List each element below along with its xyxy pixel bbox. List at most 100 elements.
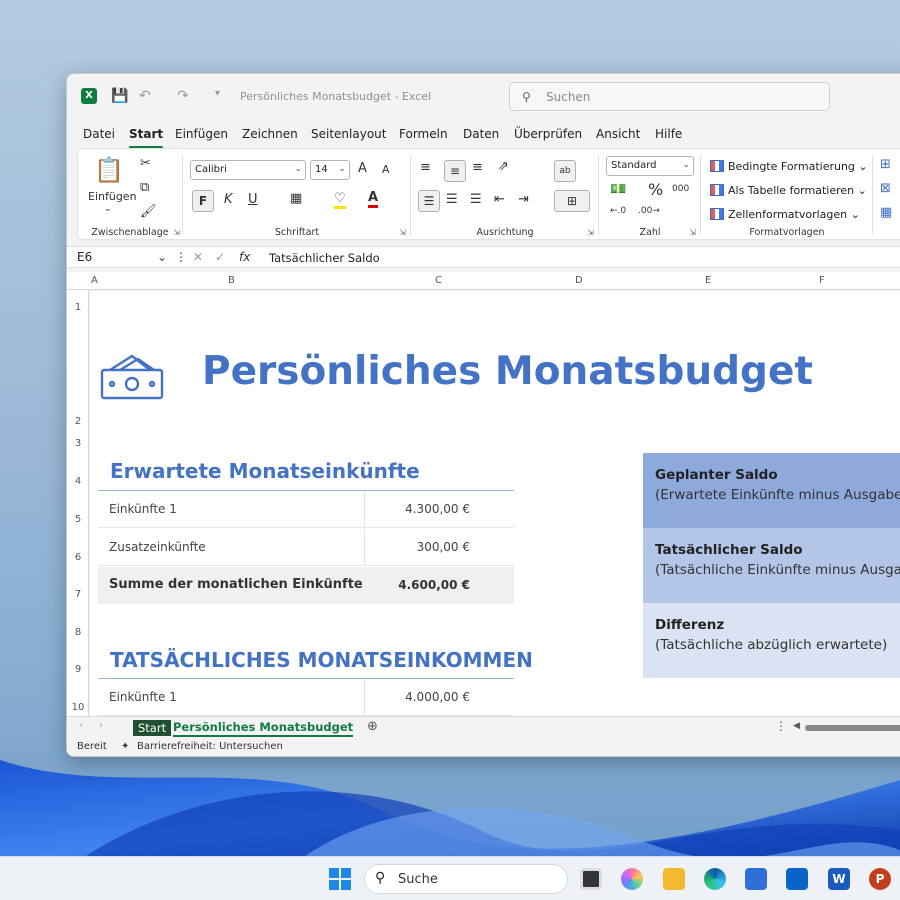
- clipboard-launcher-icon[interactable]: ⇲: [173, 228, 180, 237]
- more-icon[interactable]: ⋮: [775, 719, 787, 733]
- insert-function-button[interactable]: fx: [239, 250, 250, 264]
- menu-ueberpruefen[interactable]: Überprüfen: [514, 127, 582, 141]
- percent-button[interactable]: %: [648, 180, 663, 199]
- menu-zeichnen[interactable]: Zeichnen: [242, 127, 298, 141]
- worksheet[interactable]: Persönliches Monatsbudget Erwartete Mona…: [90, 291, 900, 717]
- row-header[interactable]: 2: [67, 416, 89, 427]
- font-launcher-icon[interactable]: ⇲: [399, 228, 406, 237]
- copy-icon[interactable]: ⧉: [140, 180, 149, 195]
- more-options-icon[interactable]: ⋮: [175, 250, 187, 264]
- number-format-select[interactable]: Standard ⌄: [606, 156, 694, 176]
- add-sheet-icon[interactable]: ⊕: [367, 719, 378, 734]
- row-header[interactable]: 6: [67, 552, 89, 563]
- wrap-text-icon[interactable]: ab: [554, 160, 576, 182]
- taskbar-search[interactable]: ⚲ Suche: [364, 864, 568, 894]
- menu-datei[interactable]: Datei: [83, 127, 115, 141]
- search-box[interactable]: ⚲ Suchen: [509, 82, 830, 111]
- table-row[interactable]: Einkünfte 1 4.300,00 €: [98, 491, 514, 528]
- orientation-icon[interactable]: ⇗: [498, 159, 509, 174]
- insert-cells-icon[interactable]: ⊞: [880, 157, 891, 172]
- menu-daten[interactable]: Daten: [463, 127, 499, 141]
- align-middle-icon[interactable]: ≡: [444, 160, 466, 182]
- quick-access-dropdown-icon[interactable]: ▾: [215, 88, 220, 99]
- align-left-icon[interactable]: ☰: [418, 190, 440, 212]
- accessibility-icon[interactable]: ✦: [121, 741, 129, 752]
- menu-einfuegen[interactable]: Einfügen: [175, 127, 228, 141]
- menu-formeln[interactable]: Formeln: [399, 127, 448, 141]
- increase-indent-icon[interactable]: ⇥: [518, 192, 529, 207]
- grow-font-button[interactable]: A: [358, 161, 367, 176]
- row-header[interactable]: 7: [67, 589, 89, 600]
- delete-cells-icon[interactable]: ⊠: [880, 181, 891, 196]
- paste-button[interactable]: Einfügen: [88, 190, 137, 203]
- font-color-icon[interactable]: A: [368, 190, 379, 208]
- cut-icon[interactable]: ✂: [140, 156, 151, 171]
- horizontal-scrollbar[interactable]: [805, 725, 900, 731]
- row-header[interactable]: 9: [67, 664, 89, 675]
- merge-center-icon[interactable]: ⊞: [554, 190, 590, 212]
- save-icon[interactable]: 💾: [111, 88, 128, 104]
- total-row[interactable]: Summe der monatlichen Einkünfte 4.600,00…: [98, 567, 514, 604]
- windows-start-icon[interactable]: [329, 868, 351, 890]
- prev-sheet-icon[interactable]: ‹: [79, 720, 83, 731]
- borders-icon[interactable]: ▦: [290, 191, 302, 206]
- cell-styles-button[interactable]: Zellenformatvorlagen ⌄: [710, 208, 860, 221]
- shrink-font-button[interactable]: A: [382, 163, 390, 176]
- menu-hilfe[interactable]: Hilfe: [655, 127, 682, 141]
- table-row[interactable]: Einkünfte 1 4.000,00 €: [98, 679, 514, 716]
- bold-button[interactable]: F: [192, 190, 214, 212]
- row-header[interactable]: 8: [67, 627, 89, 638]
- difference-panel[interactable]: Differenz (Tatsächliche abzüglich erwart…: [643, 603, 900, 678]
- task-view-icon[interactable]: [580, 868, 602, 890]
- sheet-tab-budget[interactable]: Persönliches Monatsbudget: [173, 720, 354, 737]
- column-header-d[interactable]: D: [575, 275, 583, 286]
- format-as-table-button[interactable]: Als Tabelle formatieren ⌄: [710, 184, 867, 197]
- align-right-icon[interactable]: ☰: [470, 192, 482, 207]
- column-header-a[interactable]: A: [91, 275, 98, 286]
- planned-balance-panel[interactable]: Geplanter Saldo (Erwartete Einkünfte min…: [643, 453, 900, 528]
- currency-icon[interactable]: 💵: [610, 182, 626, 197]
- format-painter-icon[interactable]: 🖌: [140, 204, 157, 219]
- menu-start[interactable]: Start: [129, 127, 164, 149]
- italic-button[interactable]: K: [224, 192, 233, 207]
- column-header-b[interactable]: B: [228, 275, 235, 286]
- accessibility-status[interactable]: Barrierefreiheit: Untersuchen: [137, 741, 283, 752]
- row-header[interactable]: 3: [67, 438, 89, 449]
- confirm-icon[interactable]: ✓: [215, 250, 225, 264]
- fill-color-icon[interactable]: ♡: [334, 191, 346, 209]
- next-sheet-icon[interactable]: ›: [99, 720, 103, 731]
- copilot-icon[interactable]: [621, 868, 643, 890]
- increase-decimal-icon[interactable]: ←.0: [610, 206, 626, 216]
- column-header-e[interactable]: E: [705, 275, 711, 286]
- paste-icon[interactable]: 📋: [94, 156, 124, 184]
- name-box[interactable]: E6: [77, 250, 92, 264]
- table-row[interactable]: Zusatzeinkünfte 300,00 €: [98, 529, 514, 566]
- powerpoint-icon[interactable]: P: [869, 868, 891, 890]
- conditional-formatting-button[interactable]: Bedingte Formatierung ⌄: [710, 160, 868, 173]
- sheet-tab-start[interactable]: Start: [133, 720, 172, 736]
- font-name-select[interactable]: Calibri ⌄: [190, 160, 306, 180]
- edge-icon[interactable]: [704, 868, 726, 890]
- row-header[interactable]: 5: [67, 514, 89, 525]
- undo-icon[interactable]: ↶: [139, 88, 151, 104]
- cancel-icon[interactable]: ✕: [193, 250, 203, 264]
- menu-ansicht[interactable]: Ansicht: [596, 127, 640, 141]
- row-header[interactable]: 4: [67, 476, 89, 487]
- align-bottom-icon[interactable]: ≡: [472, 160, 483, 175]
- column-header-f[interactable]: F: [819, 275, 825, 286]
- decrease-indent-icon[interactable]: ⇤: [494, 192, 505, 207]
- thousands-button[interactable]: 000: [672, 184, 689, 194]
- decrease-decimal-icon[interactable]: .00→: [638, 206, 660, 216]
- word-icon[interactable]: W: [828, 868, 850, 890]
- format-cells-icon[interactable]: ▦: [880, 205, 892, 220]
- font-size-select[interactable]: 14 ⌄: [310, 160, 350, 180]
- formula-content[interactable]: Tatsächlicher Saldo: [269, 251, 380, 265]
- file-explorer-icon[interactable]: [663, 868, 685, 890]
- menu-seitenlayout[interactable]: Seitenlayout: [311, 127, 386, 141]
- row-header[interactable]: 10: [67, 702, 89, 713]
- column-header-c[interactable]: C: [435, 275, 442, 286]
- redo-icon[interactable]: ↷: [177, 88, 189, 104]
- scroll-left-icon[interactable]: ◀: [793, 721, 800, 731]
- actual-balance-panel[interactable]: Tatsächlicher Saldo (Tatsächliche Einkün…: [643, 528, 900, 603]
- alignment-launcher-icon[interactable]: ⇲: [587, 228, 594, 237]
